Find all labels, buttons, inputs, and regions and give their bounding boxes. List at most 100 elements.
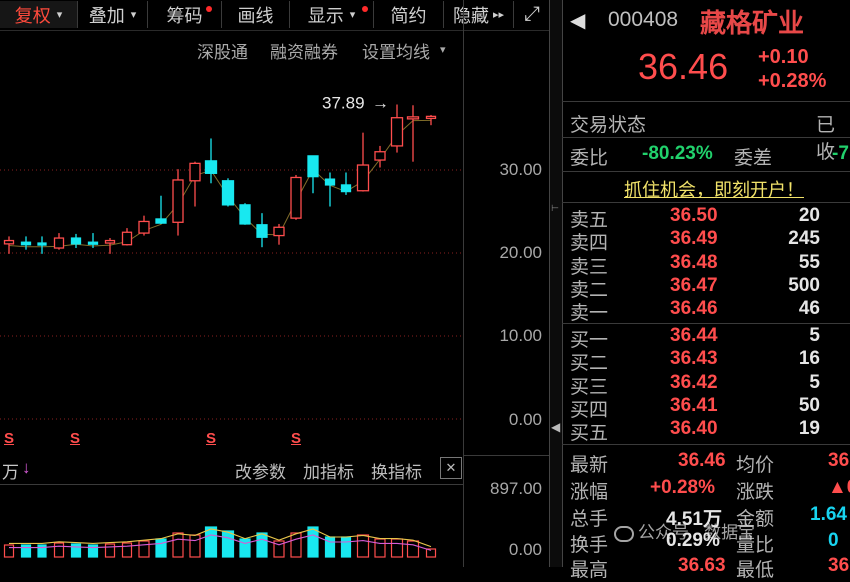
volume-bar[interactable] — [189, 534, 201, 558]
volume-bar[interactable] — [121, 542, 133, 558]
low-value: 36 — [828, 555, 850, 576]
volume-bar[interactable] — [324, 536, 336, 558]
add-indicator-link[interactable]: 加指标 — [303, 458, 354, 483]
candle-body[interactable] — [256, 224, 268, 238]
bid-row[interactable]: 买二 36.43 16 — [570, 348, 850, 374]
chips-button[interactable]: 筹码 — [148, 1, 222, 28]
candle-body[interactable] — [273, 226, 285, 237]
candle-body[interactable] — [204, 160, 218, 174]
stock-name: 藏格矿业 — [700, 8, 805, 38]
switch-indicator-link[interactable]: 换指标 — [371, 458, 422, 483]
display-dropdown[interactable]: 显示 ▾ — [290, 1, 374, 28]
s-marker[interactable]: S — [206, 430, 216, 447]
y-tick-label: 10.00 — [499, 326, 542, 345]
candle-body[interactable] — [374, 151, 386, 161]
current-price: 36.46 — [638, 46, 729, 87]
turnover-label: 换手 — [570, 535, 609, 556]
volume-bar[interactable] — [390, 538, 404, 558]
chevron-down-icon: ▾ — [349, 9, 356, 21]
chart-subbar: 深股通 融资融券 设置均线 ▾ — [0, 34, 463, 62]
candle-body[interactable] — [37, 242, 47, 246]
chevron-down-icon[interactable]: ▾ — [440, 43, 446, 56]
ask-row[interactable]: 卖一 36.46 46 — [570, 298, 850, 324]
volume-bar[interactable] — [221, 530, 235, 558]
candle-body[interactable] — [425, 115, 437, 120]
level-label: 卖一 — [570, 303, 609, 325]
pct-change-value: +0.28% — [650, 477, 715, 498]
ask-row[interactable]: 卖二 36.47 500 — [570, 274, 850, 301]
candle-body[interactable] — [340, 184, 352, 193]
volume-bar[interactable] — [374, 538, 386, 558]
candle-body[interactable] — [53, 237, 65, 249]
candle-body[interactable] — [70, 237, 82, 245]
candle-body[interactable] — [138, 220, 150, 234]
level-volume: 16 — [798, 348, 820, 370]
candle-body[interactable] — [121, 231, 133, 246]
shengutong-link[interactable]: 深股通 — [197, 38, 248, 63]
volume-bar[interactable] — [256, 532, 268, 558]
edit-params-link[interactable]: 改参数 — [235, 458, 286, 483]
notification-dot-icon — [206, 6, 212, 12]
volume-bar[interactable] — [3, 544, 15, 558]
collapse-panel-icon[interactable]: ◀ — [551, 420, 560, 434]
volume-bar[interactable] — [138, 540, 150, 558]
level-price: 36.43 — [670, 348, 718, 370]
low-label: 最低 — [736, 560, 775, 581]
bid-row[interactable]: 买三 36.42 5 — [570, 372, 850, 398]
s-marker[interactable]: S — [291, 430, 301, 447]
panel-splitter[interactable]: ⊢ ◀ — [549, 0, 563, 567]
candle-body[interactable] — [87, 241, 99, 245]
level-volume: 55 — [798, 251, 820, 273]
bid-row[interactable]: 买四 36.41 50 — [570, 395, 850, 421]
close-icon[interactable]: ✕ — [440, 457, 462, 479]
s-marker[interactable]: S — [70, 430, 80, 447]
volume-bar[interactable] — [307, 526, 319, 558]
volume-bar[interactable] — [155, 538, 167, 558]
candlestick-chart[interactable]: 37.89 → — [0, 62, 463, 440]
level-price: 36.47 — [670, 274, 718, 296]
back-arrow-icon[interactable]: ◀ — [570, 8, 585, 33]
s-marker[interactable]: S — [4, 430, 14, 447]
ask-row[interactable]: 卖五 36.50 20 — [570, 205, 850, 231]
candle-body[interactable] — [356, 164, 370, 192]
open-account-promo-link[interactable]: 抓住机会，即刻开户！ — [624, 176, 804, 202]
volume-bar[interactable] — [204, 526, 218, 558]
candle-body[interactable] — [3, 239, 15, 245]
candle-body[interactable] — [290, 176, 302, 219]
simple-button[interactable]: 简约 — [374, 1, 444, 28]
volume-bar[interactable] — [70, 543, 82, 558]
candle-body[interactable] — [104, 239, 116, 244]
volume-bar[interactable] — [406, 540, 420, 558]
candle-body[interactable] — [221, 180, 235, 206]
bid-row[interactable]: 买五 36.40 19 — [570, 418, 850, 444]
candle-body[interactable] — [324, 178, 336, 186]
volume-bar[interactable] — [290, 532, 302, 558]
volume-bar[interactable] — [37, 544, 47, 558]
ma-settings-link[interactable]: 设置均线 — [362, 38, 430, 63]
overlay-dropdown[interactable]: 叠加 ▾ — [78, 1, 148, 28]
candle-body[interactable] — [155, 218, 167, 224]
bid-row[interactable]: 买一 36.44 5 — [570, 325, 850, 351]
candle-body[interactable] — [20, 241, 32, 246]
volume-bar[interactable] — [87, 544, 99, 558]
volume-bar[interactable] — [172, 532, 184, 558]
volume-bar[interactable] — [340, 536, 352, 558]
volume-bar[interactable] — [104, 543, 116, 558]
candle-body[interactable] — [307, 155, 319, 178]
candle-body[interactable] — [390, 117, 404, 147]
candle-body[interactable] — [172, 179, 184, 223]
level-volume: 20 — [798, 205, 820, 226]
margin-trading-link[interactable]: 融资融券 — [270, 38, 338, 63]
volume-bar[interactable] — [53, 542, 65, 558]
divider — [562, 137, 850, 138]
fuquan-dropdown[interactable]: 复权 ▾ — [0, 1, 78, 28]
candle-body[interactable] — [239, 204, 251, 225]
draw-line-button[interactable]: 画线 — [222, 1, 290, 28]
candle-body[interactable] — [189, 162, 201, 182]
ask-row[interactable]: 卖四 36.49 245 — [570, 228, 850, 254]
volume-chart[interactable] — [0, 484, 463, 568]
volume-bar[interactable] — [20, 544, 32, 558]
volume-bar[interactable] — [356, 534, 370, 558]
ask-row[interactable]: 卖三 36.48 55 — [570, 251, 850, 278]
candle-body[interactable] — [406, 116, 420, 120]
